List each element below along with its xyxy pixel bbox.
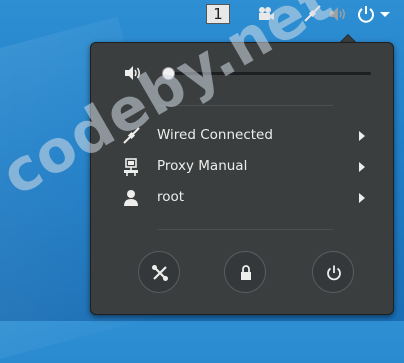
proxy-icon [121,157,141,177]
lock-button[interactable] [224,251,266,293]
menu-item-label: root [157,189,185,205]
menu-item-label: Wired Connected [157,127,273,143]
settings-button[interactable] [138,251,180,293]
lock-icon [241,265,251,280]
user-icon [121,188,141,208]
power-icon [327,265,341,281]
chevron-right-icon [359,162,365,172]
power-button[interactable] [312,251,354,293]
separator [157,229,333,230]
chevron-right-icon [359,193,365,203]
chevron-right-icon [359,131,365,141]
settings-icon [152,265,168,281]
menu-item-label: Proxy Manual [157,158,248,174]
menu-item-user[interactable]: root [91,184,393,212]
menu-item-proxy[interactable]: Proxy Manual [91,153,393,181]
chevron-down-icon[interactable] [378,4,392,24]
